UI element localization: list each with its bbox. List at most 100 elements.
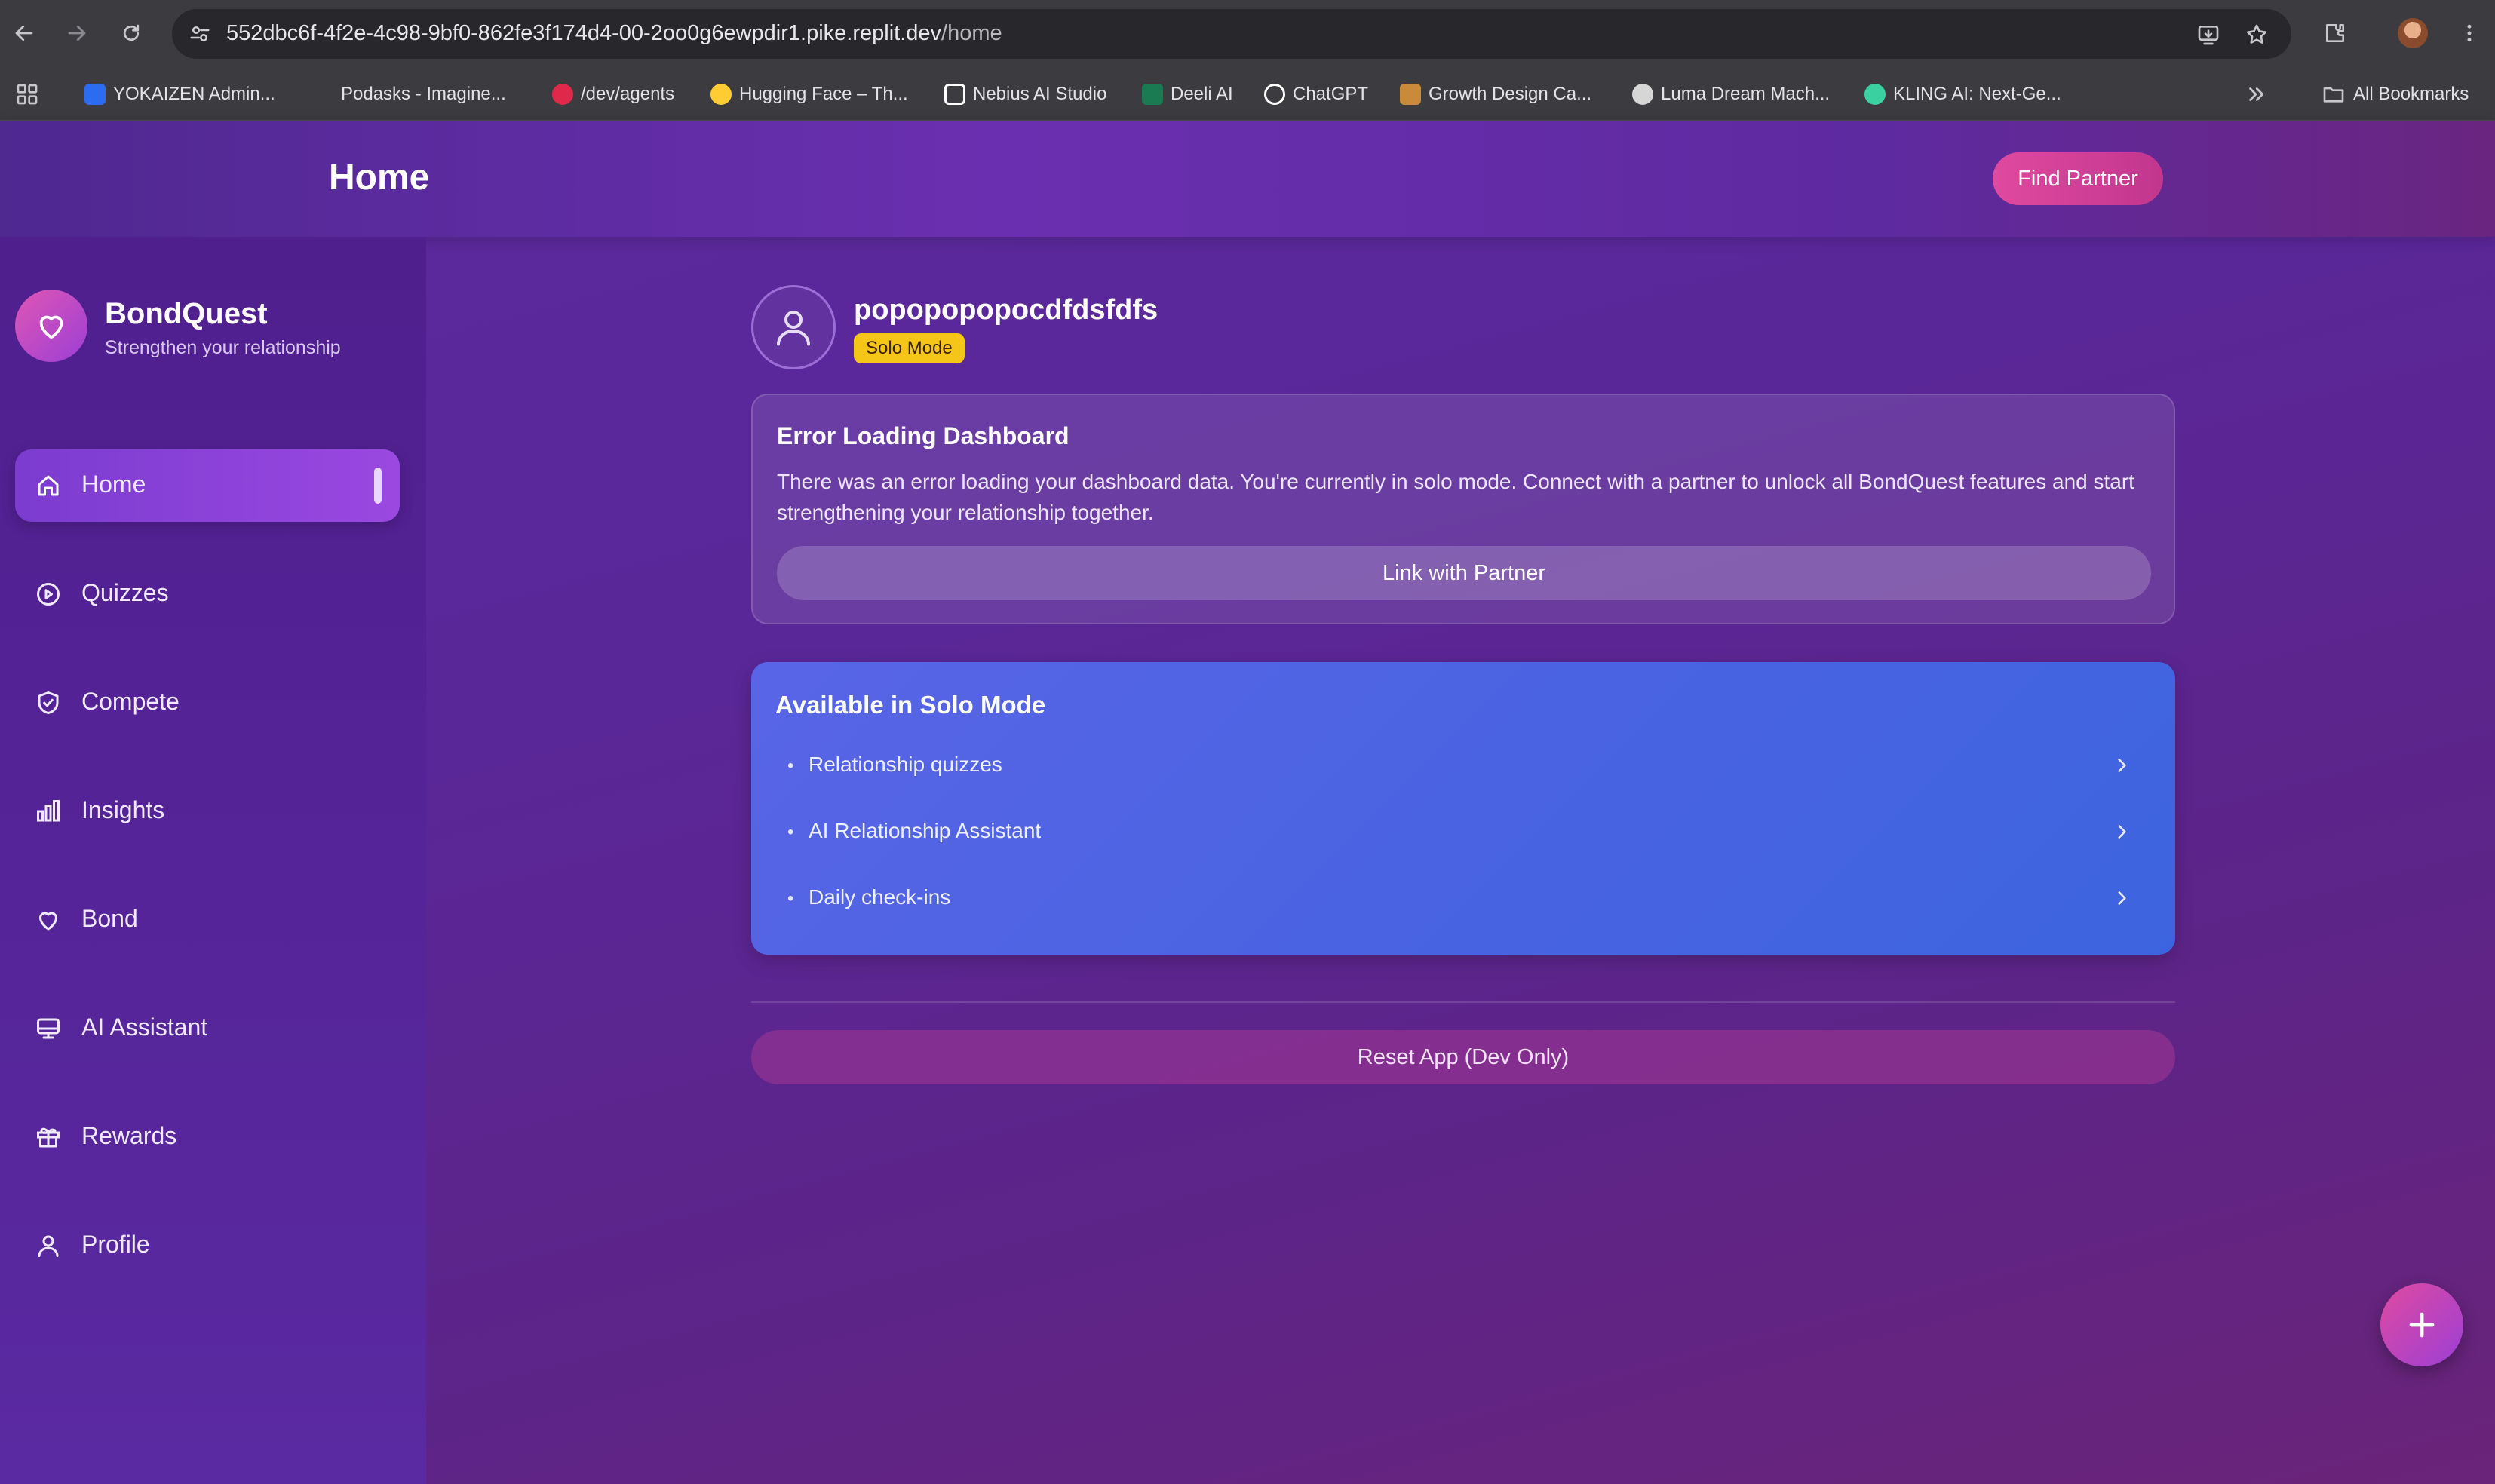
error-title: Error Loading Dashboard xyxy=(777,422,1070,449)
brand-tagline: Strengthen your relationship xyxy=(105,337,341,358)
url-host: 552dbc6f-4f2e-4c98-9bf0-862fe3f174d4-00-… xyxy=(226,21,942,45)
chevron-right-icon xyxy=(2109,753,2134,778)
bookmark-item[interactable]: Luma Dream Mach... xyxy=(1632,78,1830,110)
gift-icon xyxy=(33,1122,63,1152)
bookmark-item[interactable]: /dev/agents xyxy=(552,78,674,110)
user-icon xyxy=(777,311,810,346)
bookmark-star-icon[interactable] xyxy=(2242,20,2272,50)
play-circle-icon xyxy=(33,579,63,609)
active-indicator xyxy=(374,468,382,504)
favicon-icon xyxy=(326,84,333,105)
url-path: /home xyxy=(941,21,1002,45)
bookmark-label: Podasks - Imagine... xyxy=(341,84,506,104)
feature-label: Daily check-ins xyxy=(809,885,951,909)
error-message: There was an error loading your dashboar… xyxy=(777,470,2134,524)
user-avatar[interactable] xyxy=(751,285,836,369)
bookmark-item[interactable]: KLING AI: Next-Ge... xyxy=(1864,78,2061,110)
link-with-partner-button[interactable]: Link with Partner xyxy=(777,546,2151,600)
bookmark-label: ChatGPT xyxy=(1293,84,1369,104)
sidebar-item-home[interactable]: Home xyxy=(15,449,400,522)
bookmarks-bar: YOKAIZEN Admin... Podasks - Imagine... /… xyxy=(0,68,2495,121)
bookmark-label: /dev/agents xyxy=(581,84,675,104)
sidebar-item-label: Home xyxy=(81,471,146,498)
sidebar-item-insights[interactable]: Insights xyxy=(15,775,400,848)
back-button[interactable] xyxy=(6,15,42,51)
bookmark-label: Growth Design Ca... xyxy=(1429,84,1592,104)
install-app-icon[interactable] xyxy=(2193,20,2223,50)
reset-app-button[interactable]: Reset App (Dev Only) xyxy=(751,1030,2175,1084)
bookmark-item[interactable]: Nebius AI Studio xyxy=(944,78,1106,110)
bullet-icon: • xyxy=(787,888,794,909)
extensions-icon[interactable] xyxy=(2317,15,2353,51)
shield-check-icon xyxy=(33,688,63,718)
all-bookmarks-folder[interactable]: All Bookmarks xyxy=(2322,78,2469,110)
all-bookmarks-label: All Bookmarks xyxy=(2353,84,2469,104)
favicon-icon xyxy=(1632,84,1653,105)
reload-button[interactable] xyxy=(113,15,149,51)
error-card: Error Loading Dashboard There was an err… xyxy=(751,394,2175,624)
chevron-right-icon xyxy=(2109,885,2134,911)
find-partner-button[interactable]: Find Partner xyxy=(1993,152,2163,205)
bullet-icon: • xyxy=(787,756,794,776)
site-settings-icon[interactable] xyxy=(186,20,214,48)
favicon-icon xyxy=(1264,84,1285,105)
bookmark-label: YOKAIZEN Admin... xyxy=(113,84,275,104)
profile-avatar[interactable] xyxy=(2395,15,2431,51)
chevron-right-icon xyxy=(2109,819,2134,845)
bookmark-item[interactable]: Growth Design Ca... xyxy=(1400,78,1591,110)
sidebar-item-rewards[interactable]: Rewards xyxy=(15,1101,400,1173)
favicon-icon xyxy=(1142,84,1163,105)
app-root: Home Find Partner BondQuest Strengthen y… xyxy=(0,121,2495,1484)
brand-name: BondQuest xyxy=(105,297,268,330)
user-icon xyxy=(33,1231,63,1261)
heart-icon xyxy=(33,905,63,935)
sidebar-item-ai-assistant[interactable]: AI Assistant xyxy=(15,992,400,1065)
home-icon xyxy=(33,471,63,501)
heart-icon xyxy=(39,315,63,339)
feature-item-ai-assistant[interactable]: • AI Relationship Assistant xyxy=(775,805,2148,860)
monitor-icon xyxy=(33,1013,63,1044)
bookmark-item[interactable]: YOKAIZEN Admin... xyxy=(84,78,275,110)
bookmark-label: Deeli AI xyxy=(1171,84,1233,104)
favicon-icon xyxy=(710,84,732,105)
sidebar-item-bond[interactable]: Bond xyxy=(15,884,400,956)
bookmarks-overflow-icon[interactable] xyxy=(2245,78,2267,110)
address-bar[interactable]: 552dbc6f-4f2e-4c98-9bf0-862fe3f174d4-00-… xyxy=(172,9,2291,59)
solo-mode-badge: Solo Mode xyxy=(854,333,965,363)
kebab-menu-icon[interactable] xyxy=(2451,15,2487,51)
sidebar-item-quizzes[interactable]: Quizzes xyxy=(15,558,400,630)
divider xyxy=(751,1001,2175,1003)
sidebar-item-label: AI Assistant xyxy=(81,1013,208,1041)
sidebar: BondQuest Strengthen your relationship H… xyxy=(0,237,426,1484)
sidebar-item-profile[interactable]: Profile xyxy=(15,1210,400,1282)
sidebar-item-compete[interactable]: Compete xyxy=(15,667,400,739)
arrow-right-icon xyxy=(68,25,86,41)
brand-logo[interactable] xyxy=(15,290,87,362)
solo-mode-card: Available in Solo Mode • Relationship qu… xyxy=(751,662,2175,955)
bookmark-item[interactable]: Hugging Face – Th... xyxy=(710,78,908,110)
sidebar-item-label: Compete xyxy=(81,688,180,715)
sidebar-item-label: Rewards xyxy=(81,1122,177,1149)
sidebar-item-label: Insights xyxy=(81,796,165,823)
favicon-icon xyxy=(944,84,965,105)
add-fab-button[interactable] xyxy=(2380,1283,2463,1366)
feature-item-daily-check-ins[interactable]: • Daily check-ins xyxy=(775,872,2148,926)
bookmark-item[interactable]: Podasks - Imagine... xyxy=(326,78,506,110)
feature-item-relationship-quizzes[interactable]: • Relationship quizzes xyxy=(775,739,2148,793)
feature-label: Relationship quizzes xyxy=(809,753,1002,776)
plus-icon xyxy=(2409,1312,2435,1338)
bar-chart-icon xyxy=(33,796,63,826)
favicon-icon xyxy=(84,84,106,105)
feature-label: AI Relationship Assistant xyxy=(809,819,1042,842)
browser-toolbar: 552dbc6f-4f2e-4c98-9bf0-862fe3f174d4-00-… xyxy=(0,0,2495,68)
bullet-icon: • xyxy=(787,822,794,842)
bookmark-label: Hugging Face – Th... xyxy=(739,84,908,104)
forward-button[interactable] xyxy=(59,15,95,51)
bookmark-item[interactable]: Deeli AI xyxy=(1142,78,1233,110)
favicon-icon xyxy=(1400,84,1421,105)
sidebar-item-label: Bond xyxy=(81,905,138,932)
apps-grid-icon[interactable] xyxy=(15,78,39,110)
bookmark-label: Nebius AI Studio xyxy=(973,84,1107,104)
bookmark-item[interactable]: ChatGPT xyxy=(1264,78,1368,110)
favicon-icon xyxy=(1864,84,1886,105)
